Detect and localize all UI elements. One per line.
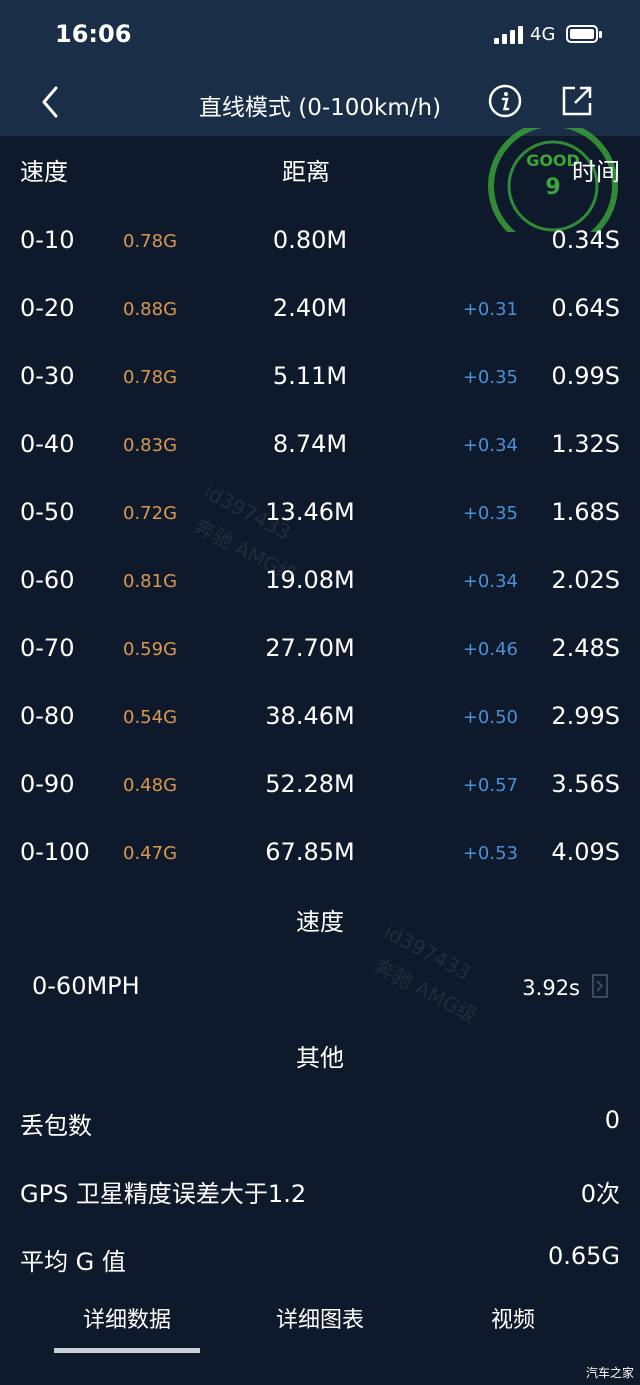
- share-icon[interactable]: [560, 84, 594, 118]
- table-row: 0-90 0.48G 52.28M +0.57 3.56S: [0, 766, 640, 834]
- row-speed: 0-70: [20, 634, 75, 662]
- page-title: 直线模式 (0-100km/h): [198, 95, 442, 121]
- corner-watermark: 汽车之家: [585, 1366, 634, 1380]
- list-item: 丢包数 0: [0, 1106, 640, 1156]
- row-delta: +0.50: [462, 707, 518, 728]
- row-speed: 0-60: [20, 566, 75, 594]
- row-speed: 0-50: [20, 498, 75, 526]
- row-distance: 2.40M: [272, 294, 348, 322]
- row-distance: 5.11M: [272, 362, 348, 390]
- row-time: 2.48S: [551, 634, 620, 662]
- row-speed: 0-20: [20, 294, 75, 322]
- network-type: 4G: [530, 24, 556, 45]
- item-label: GPS 卫星精度误差大于1.2: [20, 1180, 307, 1208]
- row-g-value: 0.48G: [123, 775, 178, 796]
- row-distance: 8.74M: [272, 430, 348, 458]
- table-row: 0-20 0.88G 2.40M +0.31 0.64S: [0, 290, 640, 358]
- table-row: 0-40 0.83G 8.74M +0.34 1.32S: [0, 426, 640, 494]
- tab-detail-chart[interactable]: 详细图表: [240, 1302, 400, 1334]
- row-delta: +0.35: [462, 503, 518, 524]
- table-row: 0-30 0.78G 5.11M +0.35 0.99S: [0, 358, 640, 426]
- column-header-speed: 速度: [20, 158, 68, 186]
- tab-detail-data[interactable]: 详细数据: [47, 1302, 207, 1334]
- table-row: 0-80 0.54G 38.46M +0.50 2.99S: [0, 698, 640, 766]
- row-time: 0.99S: [551, 362, 620, 390]
- row-speed: 0-10: [20, 226, 75, 254]
- row-g-value: 0.72G: [123, 503, 178, 524]
- row-g-value: 0.88G: [123, 299, 178, 320]
- row-speed: 0-40: [20, 430, 75, 458]
- table-row: 0-100 0.47G 67.85M +0.53 4.09S: [0, 834, 640, 902]
- row-delta: +0.53: [462, 843, 518, 864]
- row-distance: 38.46M: [265, 702, 355, 730]
- bottom-tabs: 详细数据 详细图表 视频: [0, 1296, 640, 1356]
- row-g-value: 0.83G: [123, 435, 178, 456]
- table-row: 0-10 0.78G 0.80M 0.34S: [0, 222, 640, 290]
- row-time: 1.68S: [551, 498, 620, 526]
- row-speed: 0-30: [20, 362, 75, 390]
- tab-video[interactable]: 视频: [433, 1302, 593, 1334]
- chevron-right-icon[interactable]: [592, 974, 608, 998]
- row-time: 3.56S: [551, 770, 620, 798]
- row-g-value: 0.54G: [123, 707, 178, 728]
- row-delta: +0.34: [462, 571, 518, 592]
- row-distance: 52.28M: [265, 770, 355, 798]
- nav-bar: 直线模式 (0-100km/h): [0, 68, 640, 136]
- row-delta: +0.35: [462, 367, 518, 388]
- row-delta: +0.46: [462, 639, 518, 660]
- row-time: 2.99S: [551, 702, 620, 730]
- item-label: 平均 G 值: [20, 1248, 126, 1276]
- row-time: 4.09S: [551, 838, 620, 866]
- item-label: 丢包数: [20, 1112, 92, 1140]
- status-bar: 16:06 4G: [0, 0, 640, 68]
- row-time: 0.64S: [551, 294, 620, 322]
- table-row: 0-50 0.72G 13.46M +0.35 1.68S: [0, 494, 640, 562]
- row-g-value: 0.47G: [123, 843, 178, 864]
- list-item: 平均 G 值 0.65G: [0, 1242, 640, 1292]
- row-speed: 0-90: [20, 770, 75, 798]
- row-time: 1.32S: [551, 430, 620, 458]
- row-g-value: 0.78G: [123, 231, 178, 252]
- row-speed: 0-100: [20, 838, 90, 866]
- status-time: 16:06: [55, 20, 132, 48]
- item-value: 0次: [580, 1180, 620, 1208]
- row-g-value: 0.81G: [123, 571, 178, 592]
- mph-label: 0-60MPH: [32, 972, 140, 1000]
- row-g-value: 0.78G: [123, 367, 178, 388]
- row-g-value: 0.59G: [123, 639, 178, 660]
- table-row: 0-60 0.81G 19.08M +0.34 2.02S: [0, 562, 640, 630]
- battery-icon: [566, 25, 602, 43]
- table-row: 0-70 0.59G 27.70M +0.46 2.48S: [0, 630, 640, 698]
- column-header-time: 时间: [572, 158, 620, 186]
- item-value: 0: [604, 1106, 620, 1134]
- row-time: 0.34S: [551, 226, 620, 254]
- row-delta: +0.31: [462, 299, 518, 320]
- row-delta: +0.57: [462, 775, 518, 796]
- list-item: GPS 卫星精度误差大于1.2 0次: [0, 1174, 640, 1224]
- row-distance: 67.85M: [265, 838, 355, 866]
- row-time: 2.02S: [551, 566, 620, 594]
- row-delta: +0.34: [462, 435, 518, 456]
- stamp-number: 9: [545, 175, 560, 200]
- tab-active-indicator: [54, 1348, 200, 1353]
- column-header-distance: 距离: [282, 158, 330, 186]
- section-title-other: 其他: [296, 1044, 344, 1072]
- item-value: 0.65G: [547, 1242, 620, 1270]
- signal-icon: [494, 26, 524, 44]
- row-speed: 0-80: [20, 702, 75, 730]
- info-icon[interactable]: [488, 84, 522, 118]
- row-distance: 0.80M: [272, 226, 348, 254]
- section-title-speed: 速度: [296, 908, 344, 936]
- mph-value: 3.92s: [522, 976, 580, 1000]
- row-distance: 27.70M: [265, 634, 355, 662]
